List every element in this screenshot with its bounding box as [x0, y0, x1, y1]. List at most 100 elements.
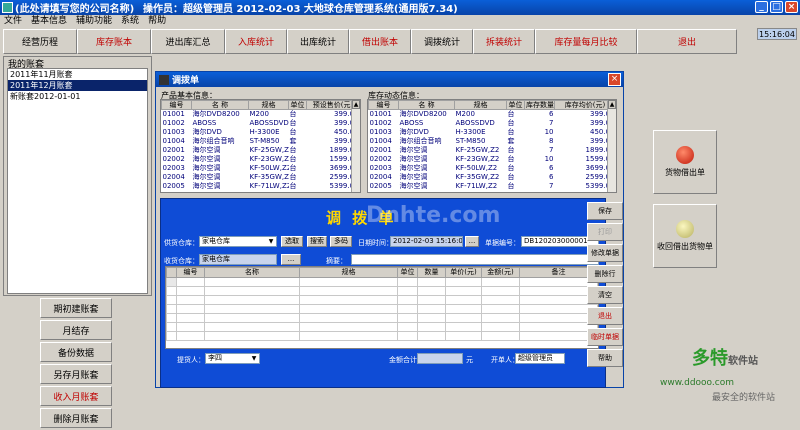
table-cell[interactable] — [176, 286, 205, 296]
account-item[interactable]: 新账套2012-01-01 — [8, 91, 147, 102]
toolbar-outbound-stats-button[interactable]: 出库统计 — [287, 29, 349, 54]
table-cell[interactable] — [417, 286, 446, 296]
dialog-action-button[interactable]: 保存 — [587, 202, 623, 220]
table-cell[interactable] — [166, 304, 177, 314]
dialog-action-button[interactable]: 临时单据 — [587, 328, 623, 346]
table-cell[interactable] — [481, 331, 520, 341]
table-cell[interactable] — [481, 304, 520, 314]
table-cell[interactable] — [445, 331, 482, 341]
table-row[interactable] — [166, 304, 598, 314]
table-row[interactable] — [166, 277, 598, 287]
table-cell[interactable] — [176, 313, 205, 323]
account-list[interactable]: 2011年11月账套 2011年12月账套 新账套2012-01-01 — [7, 68, 148, 294]
table-cell[interactable] — [417, 295, 446, 305]
receiver-field[interactable]: 家电仓库 — [199, 254, 277, 265]
table-cell[interactable] — [519, 304, 598, 314]
save-as-account-button[interactable]: 另存月账套 — [40, 364, 112, 384]
table-cell[interactable] — [176, 322, 205, 332]
table-row[interactable] — [166, 286, 598, 296]
table-cell[interactable] — [176, 304, 205, 314]
product-grid-scrollbar[interactable]: ▲ — [351, 100, 360, 192]
table-row[interactable]: 01002 ABOSS ABOSSDVD 台 399.00 — [162, 119, 360, 128]
table-cell[interactable] — [417, 331, 446, 341]
lend-out-button[interactable]: 货物借出单 — [653, 130, 717, 194]
table-cell[interactable] — [176, 277, 205, 287]
column-header[interactable]: 单位 — [288, 100, 307, 110]
dialog-action-button[interactable]: 修改单据 — [587, 244, 623, 262]
import-account-button[interactable]: 收入月账套 — [40, 386, 112, 406]
table-cell[interactable] — [397, 331, 418, 341]
picker-select[interactable]: 李四 ▼ — [205, 353, 260, 364]
table-row[interactable]: 02002海尔空调KF-23GW,Z2台1599.00 — [162, 155, 360, 164]
column-header[interactable]: 名 称 — [398, 100, 455, 110]
table-row[interactable]: 02002 海尔空调 KF-23GW,Z2 台 10 1599.00 — [369, 155, 616, 164]
table-cell[interactable] — [204, 331, 300, 341]
table-cell[interactable] — [445, 286, 482, 296]
multi-code-button[interactable]: 多码 — [330, 236, 352, 247]
table-row[interactable] — [166, 322, 598, 332]
toolbar-exit-button[interactable]: 退出 — [637, 29, 737, 54]
table-cell[interactable] — [519, 295, 598, 305]
table-cell[interactable] — [445, 295, 482, 305]
table-row[interactable]: 01001 海尔DVD8200 M200 台 6 399.00 — [369, 110, 616, 119]
search-button[interactable]: 搜索 — [307, 236, 327, 247]
table-cell[interactable] — [166, 322, 177, 332]
table-cell[interactable] — [166, 331, 177, 341]
table-row[interactable]: 01003 海尔DVD H-3300E 台 450.00 — [162, 128, 360, 137]
init-account-button[interactable]: 期初建账套 — [40, 298, 112, 318]
maximize-button[interactable]: □ — [770, 1, 783, 13]
stock-grid-scrollbar[interactable]: ▲ — [607, 100, 616, 192]
table-cell[interactable] — [176, 331, 205, 341]
dialog-close-button[interactable]: × — [608, 73, 621, 86]
product-grid[interactable]: 编号名 称规格 单位 预设售价(元) 01001 海尔DVD8200 M200 台 399.… — [160, 99, 361, 193]
table-cell[interactable] — [204, 313, 300, 323]
supplier-select[interactable]: 家电仓库 ▼ — [199, 236, 277, 247]
table-cell[interactable] — [299, 286, 398, 296]
toolbar-lend-ledger-button[interactable]: 借出账本 — [349, 29, 411, 54]
table-cell[interactable] — [166, 286, 177, 296]
table-cell[interactable] — [166, 313, 177, 323]
toolbar-history-button[interactable]: 经营历程 — [3, 29, 77, 54]
table-cell[interactable] — [417, 277, 446, 287]
delete-account-button[interactable]: 删除月账套 — [40, 408, 112, 428]
table-row[interactable] — [166, 295, 598, 305]
table-cell[interactable] — [176, 295, 205, 305]
table-cell[interactable] — [519, 322, 598, 332]
table-row[interactable]: 02003 海尔空调 KF-50LW,Z2 台 6 3699.00 — [369, 164, 616, 173]
toolbar-inout-summary-button[interactable]: 进出库汇总 — [151, 29, 225, 54]
select-button[interactable]: 选取 — [281, 236, 303, 247]
date-picker-button[interactable]: ... — [465, 236, 479, 247]
toolbar-monthly-compare-button[interactable]: 库存量每月比较 — [535, 29, 637, 54]
table-cell[interactable] — [481, 286, 520, 296]
table-cell[interactable] — [445, 313, 482, 323]
column-header[interactable]: 单位 — [506, 100, 525, 110]
menu-file[interactable]: 文件 — [4, 15, 22, 27]
table-row[interactable]: 02001 海尔空调 KF-25GW,Z2 台 7 1899.00 — [369, 146, 616, 155]
table-row[interactable]: 01003 海尔DVD H-3300E 台 10 450.00 — [369, 128, 616, 137]
table-cell[interactable] — [299, 295, 398, 305]
table-cell[interactable] — [481, 295, 520, 305]
table-cell[interactable] — [481, 277, 520, 287]
receiver-picker-button[interactable]: ... — [281, 254, 301, 265]
dialog-action-button[interactable]: 退出 — [587, 307, 623, 325]
table-cell[interactable] — [417, 322, 446, 332]
table-cell[interactable] — [519, 277, 598, 287]
column-header[interactable]: 库存数量 — [524, 100, 555, 110]
toolbar-stock-ledger-button[interactable]: 库存账本 — [77, 29, 151, 54]
summary-field[interactable] — [351, 254, 599, 265]
table-cell[interactable] — [166, 295, 177, 305]
table-cell[interactable] — [397, 322, 418, 332]
transfer-lines-grid[interactable]: 编号 名称 规格 单位 数量 单价(元) 金额(元) 备注 — [165, 266, 599, 349]
table-cell[interactable] — [519, 313, 598, 323]
table-cell[interactable] — [204, 286, 300, 296]
table-cell[interactable] — [519, 286, 598, 296]
dialog-action-button[interactable]: 清空 — [587, 286, 623, 304]
menu-basic-info[interactable]: 基本信息 — [31, 15, 67, 27]
table-row[interactable]: 01002 ABOSS ABOSSDVD 台 7 399.00 — [369, 119, 616, 128]
table-row[interactable]: 02001海尔空调KF-25GW,Z2台1899.00 — [162, 146, 360, 155]
table-cell[interactable] — [397, 304, 418, 314]
account-item-selected[interactable]: 2011年12月账套 — [8, 80, 147, 91]
table-row[interactable]: 01001 海尔DVD8200 M200 台 399.00 — [162, 110, 360, 119]
table-row[interactable]: 02005 海尔空调 KF-71LW,Z2 台 5399.00 — [162, 182, 360, 191]
dialog-action-button[interactable]: 删除行 — [587, 265, 623, 283]
